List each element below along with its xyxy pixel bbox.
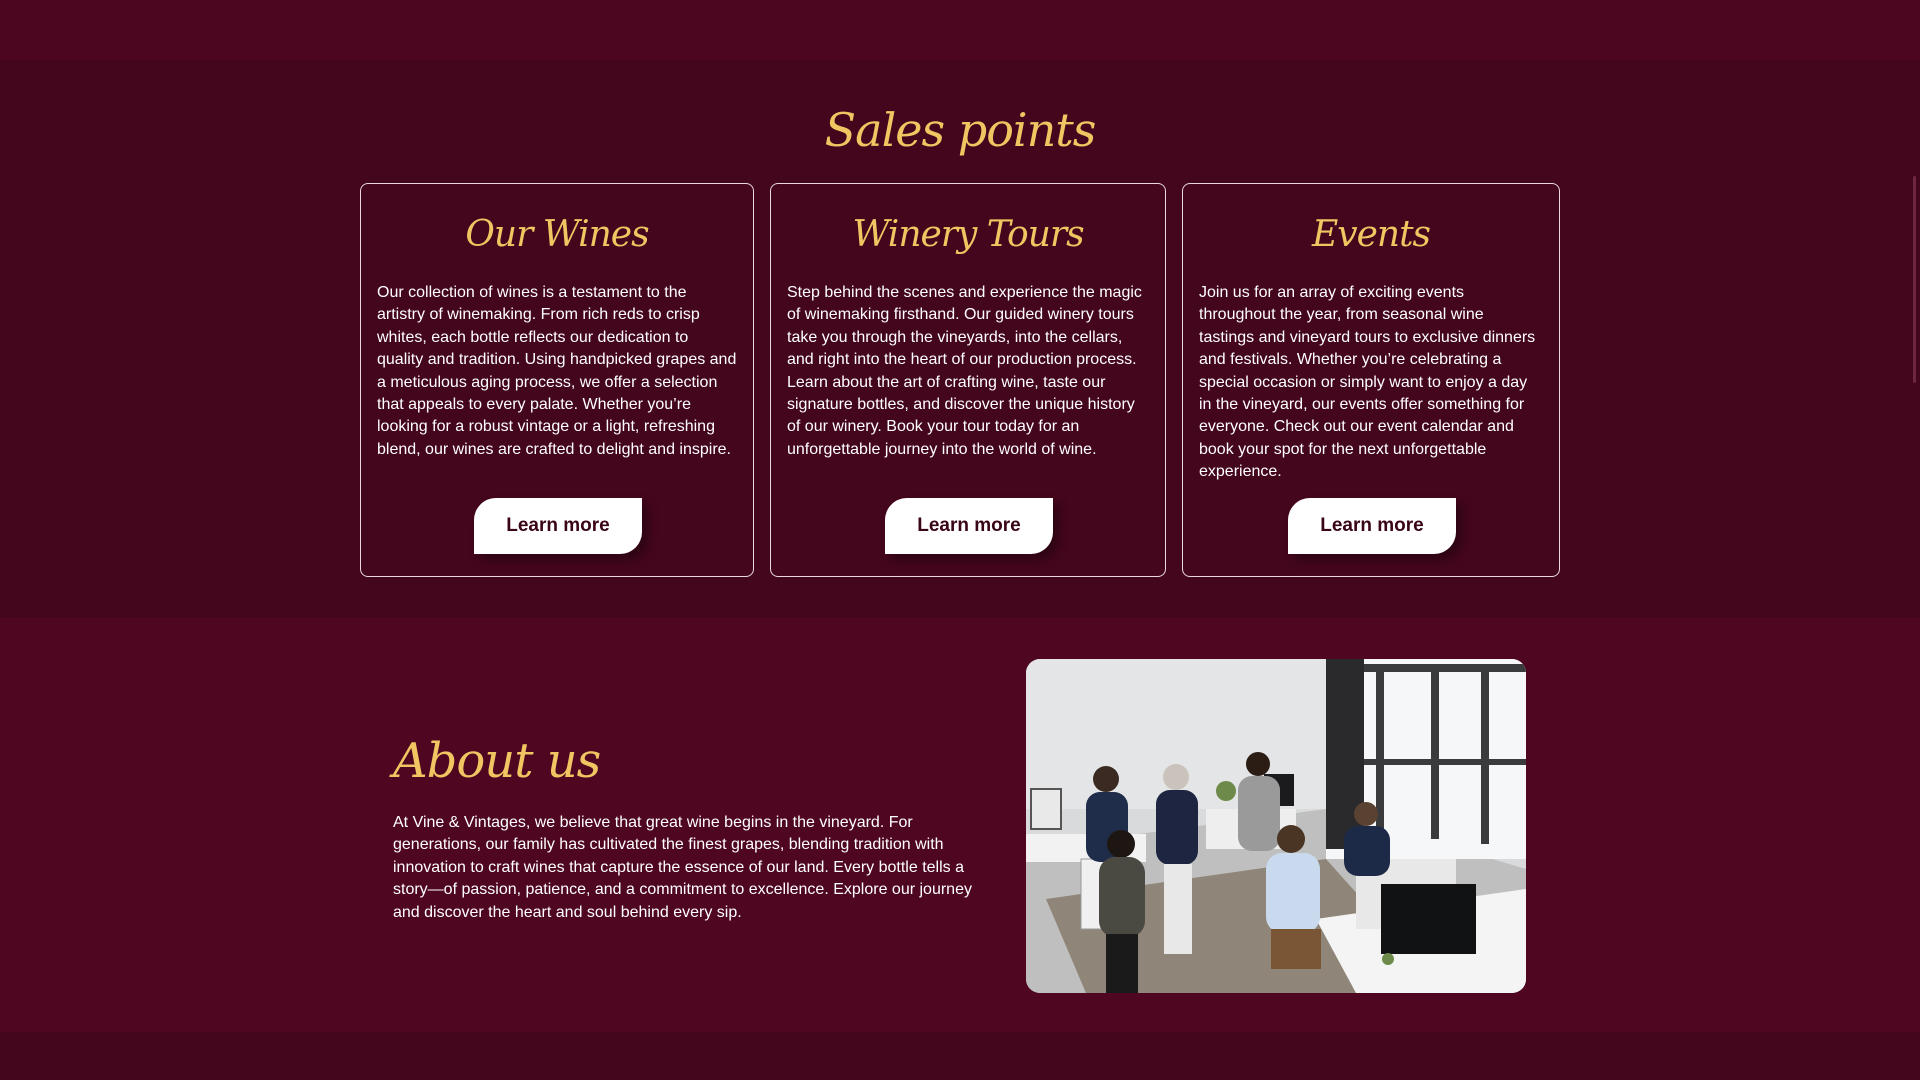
bottom-band (0, 1032, 1920, 1080)
learn-more-button-tours[interactable]: Learn more (885, 498, 1053, 554)
card-title: Winery Tours (852, 214, 1084, 255)
card-our-wines: Our Wines Our collection of wines is a t… (360, 183, 754, 577)
learn-more-button-wines[interactable]: Learn more (474, 498, 642, 554)
learn-more-button-events[interactable]: Learn more (1288, 498, 1456, 554)
card-text: Step behind the scenes and experience th… (787, 284, 1142, 458)
team-meeting-photo (1026, 659, 1526, 993)
card-events: Events Join us for an array of exciting … (1182, 183, 1560, 577)
scrollbar-thumb[interactable] (1913, 176, 1916, 383)
card-title: Our Wines (465, 214, 649, 255)
scrollbar[interactable] (1910, 0, 1920, 1080)
card-title: Events (1311, 214, 1431, 255)
about-us-text: At Vine & Vintages, we believe that grea… (393, 814, 972, 921)
about-us-title: About us (393, 733, 601, 789)
card-winery-tours: Winery Tours Step behind the scenes and … (770, 183, 1166, 577)
sales-points-title: Sales points (824, 103, 1097, 157)
card-text: Our collection of wines is a testament t… (377, 284, 737, 458)
card-text: Join us for an array of exciting events … (1199, 284, 1536, 481)
top-band (0, 0, 1920, 60)
